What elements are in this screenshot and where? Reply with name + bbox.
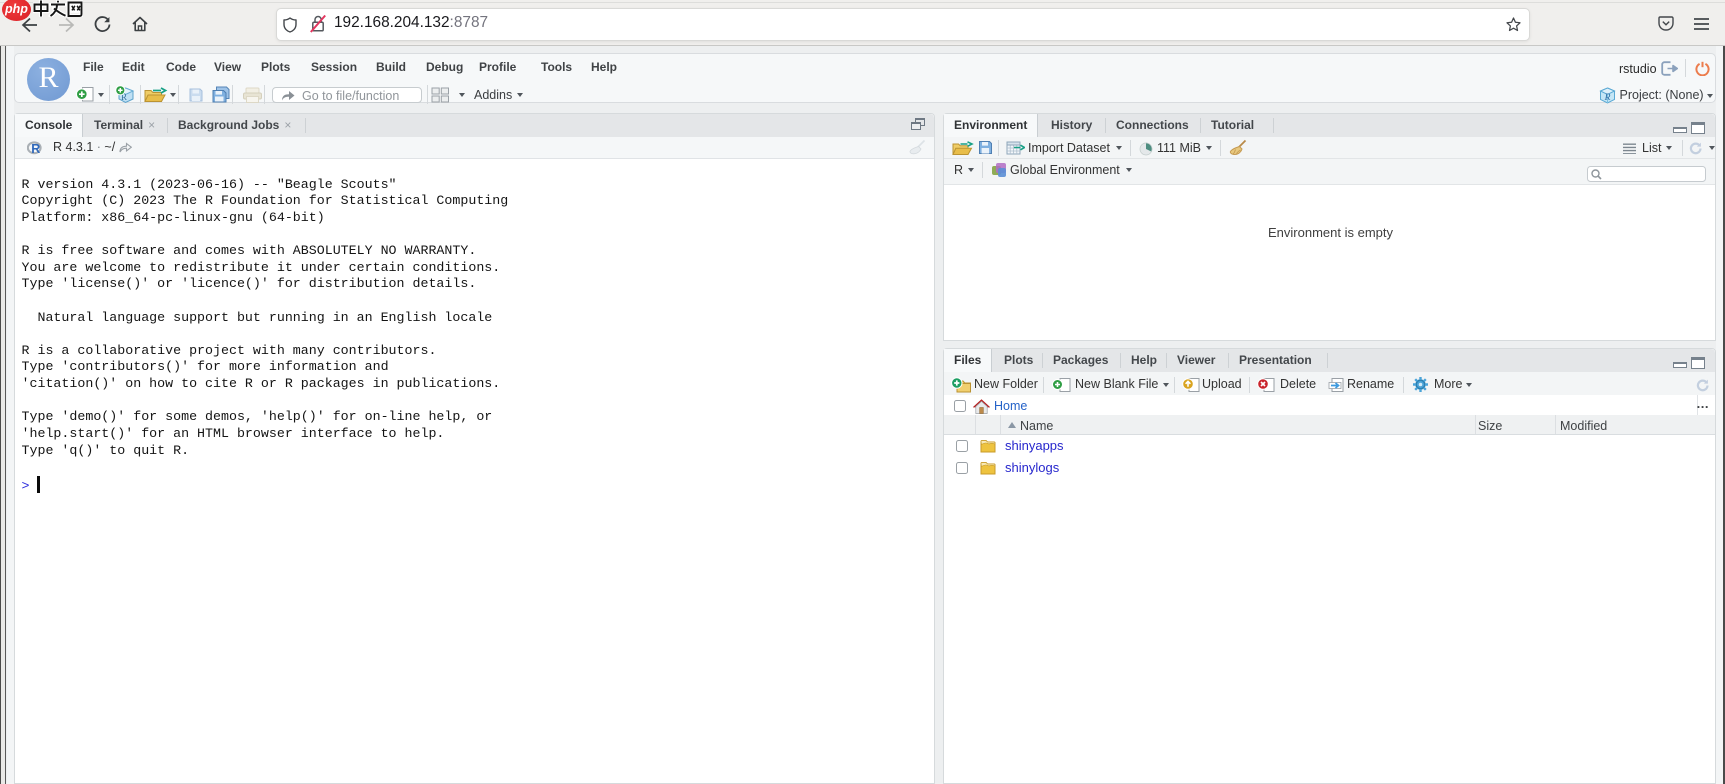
svg-text:R: R [1603, 93, 1610, 103]
svg-text:R: R [31, 142, 40, 155]
